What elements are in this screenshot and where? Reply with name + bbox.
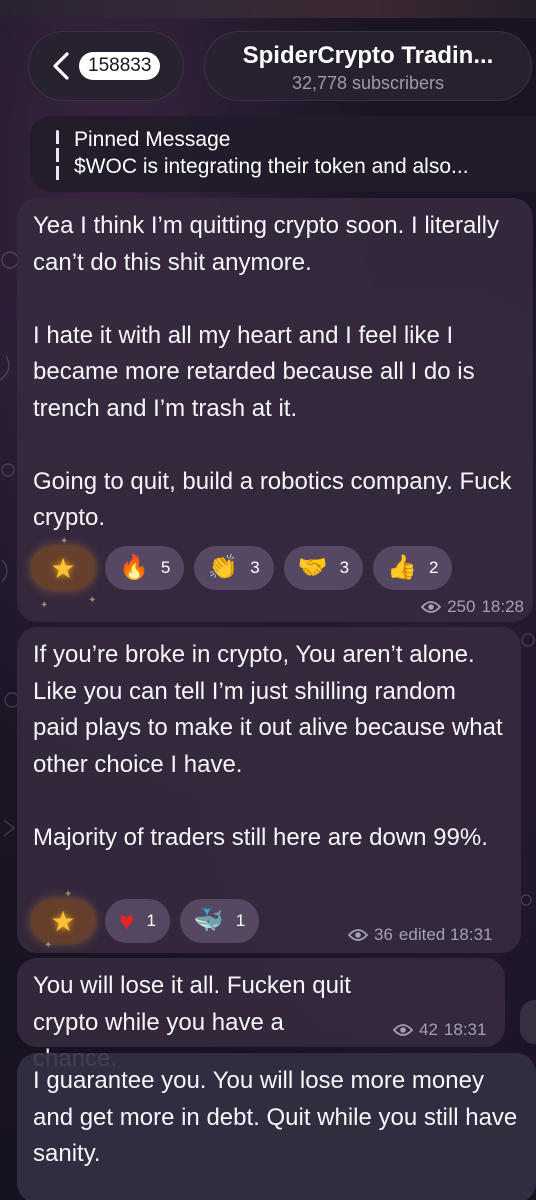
reaction-fire[interactable]: 🔥 5	[105, 546, 185, 590]
reactions-row: ★ ♥ 1 🐳 1	[31, 899, 260, 943]
back-button[interactable]: 158833	[28, 31, 184, 101]
reaction-whale[interactable]: 🐳 1	[179, 899, 260, 943]
share-button[interactable]	[520, 1000, 536, 1044]
message-meta: 36 edited 18:31	[348, 925, 493, 945]
message-time: 18:31	[443, 1020, 487, 1039]
eye-icon	[421, 601, 442, 613]
eye-icon	[393, 1024, 413, 1036]
view-count: 250	[447, 597, 476, 616]
view-count: 36	[374, 925, 393, 944]
reaction-clap[interactable]: 👏 3	[194, 546, 274, 590]
reaction-count: 3	[250, 558, 260, 577]
reaction-count: 1	[146, 911, 156, 930]
message-time: 18:28	[481, 597, 524, 616]
message-time: edited 18:31	[398, 925, 493, 944]
thumbs-up-icon: 👍	[387, 554, 417, 581]
message-text: I guarantee you. You will lose more mone…	[33, 1067, 518, 1167]
status-bar-strip	[0, 0, 536, 18]
reaction-count: 1	[235, 911, 246, 930]
fire-icon: 🔥	[119, 554, 149, 581]
sparkle-decoration: ✦	[44, 940, 53, 951]
pinned-text: $WOC is integrating their token and also…	[74, 155, 469, 178]
sparkle-decoration: ✦	[40, 600, 49, 611]
star-icon: ★	[50, 905, 76, 937]
handshake-icon: 🤝	[297, 554, 328, 581]
message-bubble[interactable]: I guarantee you. You will lose more mone…	[17, 1053, 536, 1200]
star-icon: ★	[50, 552, 76, 584]
reaction-thumbs-up[interactable]: 👍 2	[373, 546, 453, 590]
reaction-handshake[interactable]: 🤝 3	[283, 546, 364, 590]
pinned-title: Pinned Message	[74, 128, 231, 151]
chevron-left-icon	[53, 52, 69, 80]
reactions-row: ★ 🔥 5 👏 3 🤝 3 👍 2	[31, 546, 453, 590]
reaction-count: 5	[160, 558, 171, 577]
reaction-count: 2	[428, 558, 439, 577]
reaction-count: 3	[339, 558, 350, 577]
reaction-star[interactable]: ★	[31, 546, 95, 590]
whale-icon: 🐳	[193, 907, 224, 934]
reaction-heart[interactable]: ♥ 1	[105, 899, 170, 943]
sparkle-decoration: ✦	[60, 536, 69, 547]
sparkle-decoration: ✦	[64, 889, 73, 900]
clap-icon: 👏	[208, 554, 239, 581]
message-meta: 250 18:28	[421, 597, 524, 617]
unread-count-badge: 158833	[79, 52, 161, 80]
sparkle-decoration: ✦	[88, 595, 97, 606]
subscriber-count: 32,778 subscribers	[291, 73, 445, 93]
eye-icon	[348, 929, 368, 941]
message-meta: 42 18:31	[393, 1020, 486, 1040]
heart-icon: ♥	[119, 905, 135, 936]
pinned-indicator	[56, 130, 59, 182]
pinned-message-bar[interactable]: Pinned Message $WOC is integrating their…	[30, 116, 536, 192]
message-text: Yea I think I’m quitting crypto soon. I …	[33, 212, 512, 531]
channel-title: SpiderCrypto Tradin...	[242, 42, 494, 69]
channel-header[interactable]: SpiderCrypto Tradin... 32,778 subscriber…	[204, 31, 532, 101]
view-count: 42	[419, 1020, 438, 1039]
message-text: If you’re broke in crypto, You aren’t al…	[33, 641, 503, 851]
reaction-star[interactable]: ★	[31, 899, 95, 943]
